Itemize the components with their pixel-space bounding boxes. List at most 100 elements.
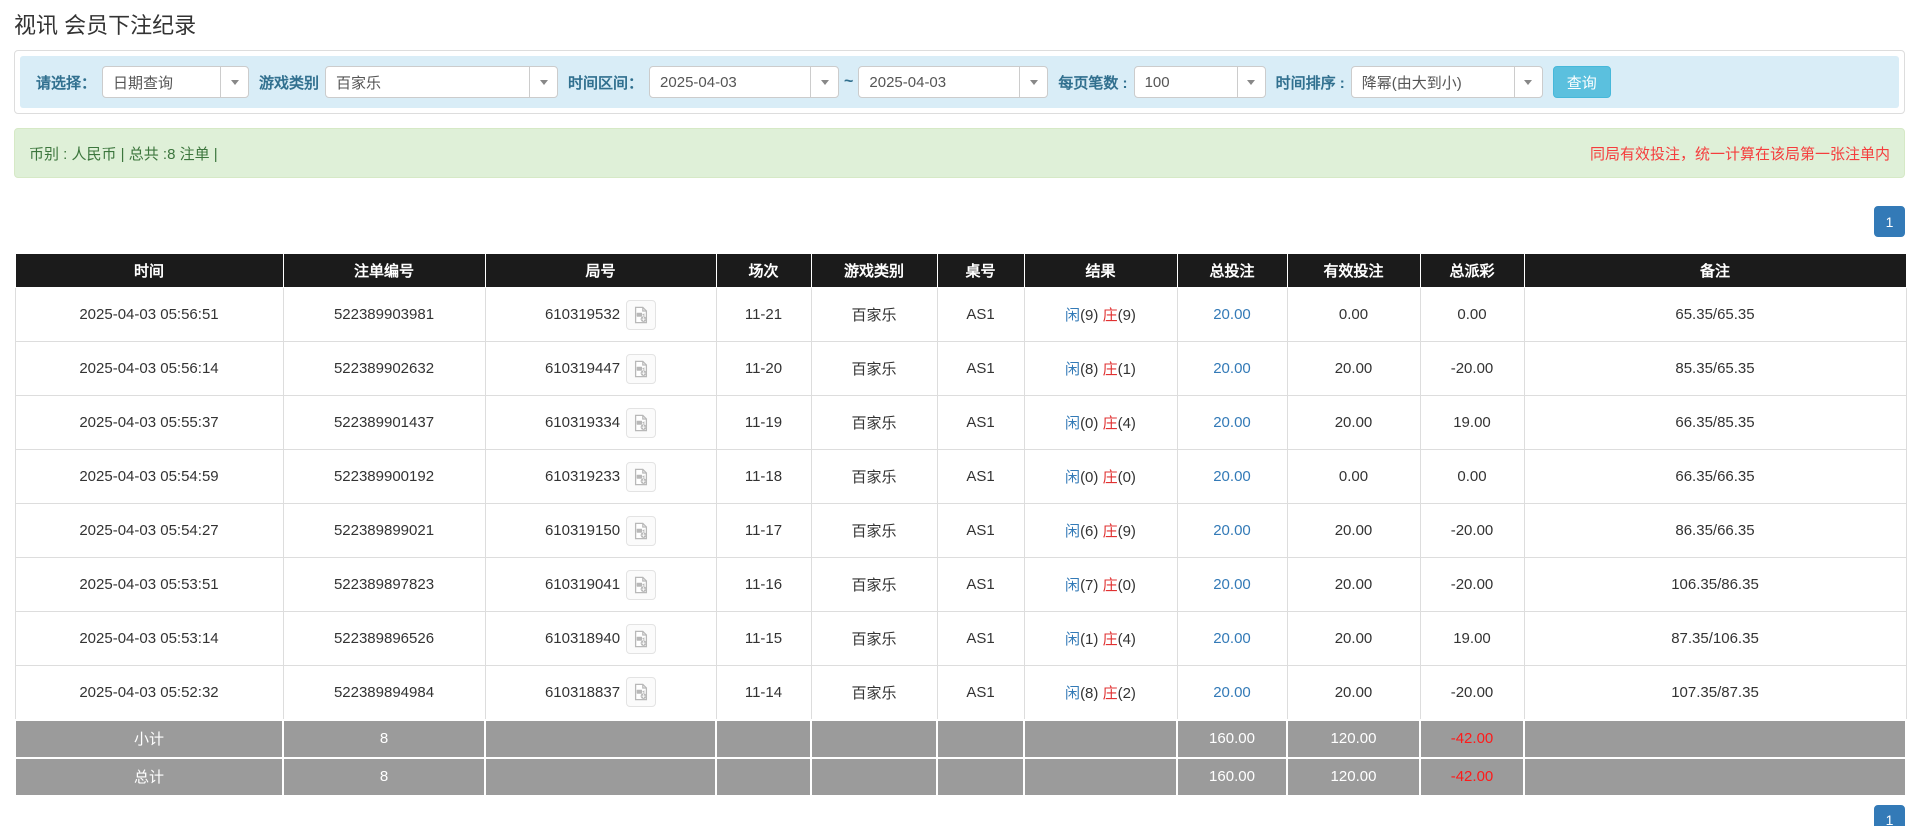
cell-table: AS1 <box>936 503 1025 558</box>
cell-payout: 0.00 <box>1419 449 1525 504</box>
round-number: 610319233 <box>544 468 621 485</box>
page-button[interactable]: 1 <box>1874 206 1905 237</box>
subtotal-row: 小计 8 160.00 120.00 -42.00 <box>14 718 1907 759</box>
video-replay-button[interactable] <box>626 515 657 546</box>
cell-session: 11-20 <box>715 341 812 396</box>
query-type-value: 日期查询 <box>113 74 174 92</box>
cell-result: 闲(0) 庄(4) <box>1023 395 1178 450</box>
cell-game: 百家乐 <box>810 287 938 342</box>
banker-result: 庄 <box>1102 523 1118 540</box>
cell-session: 11-21 <box>715 287 812 342</box>
cell-remark: 107.35/87.35 <box>1523 665 1907 720</box>
table-row: 2025-04-03 05:53:14 522389896526 610318940… <box>14 611 1907 666</box>
chevron-down-icon <box>220 67 248 97</box>
banker-result: 庄 <box>1102 307 1118 324</box>
search-button[interactable]: 查询 <box>1552 66 1611 98</box>
cell-bet-no: 522389896526 <box>282 611 486 666</box>
col-bet-no: 注单编号 <box>282 253 486 288</box>
subtotal-row-empty-result <box>1023 718 1178 759</box>
col-remark: 备注 <box>1523 253 1907 288</box>
total-row-empty-remark <box>1523 756 1907 797</box>
table-row: 2025-04-03 05:55:37 522389901437 610319334… <box>14 395 1907 450</box>
cell-session: 11-14 <box>715 665 812 720</box>
cell-bet-no: 522389899021 <box>282 503 486 558</box>
col-payout: 总派彩 <box>1419 253 1525 288</box>
table-header-row: 时间 注单编号 局号 场次 游戏类别 桌号 结果 总投注 有效投注 总派彩 备注 <box>14 253 1907 288</box>
page-size-select[interactable]: 100 <box>1133 66 1266 98</box>
date-from-select[interactable]: 2025-04-03 <box>649 66 840 98</box>
cell-payout: -20.00 <box>1419 557 1525 612</box>
total-bet-link[interactable]: 20.00 <box>1213 468 1251 485</box>
video-replay-button[interactable] <box>626 461 657 492</box>
chevron-down-icon <box>1019 67 1047 97</box>
cell-time: 2025-04-03 05:56:51 <box>14 287 284 342</box>
cell-time: 2025-04-03 05:53:14 <box>14 611 284 666</box>
video-replay-button[interactable] <box>626 407 657 438</box>
total-bet-link[interactable]: 20.00 <box>1213 630 1251 647</box>
total-bet-link[interactable]: 20.00 <box>1213 306 1251 323</box>
time-sort-value: 降幂(由大到小) <box>1361 74 1462 92</box>
query-type-select[interactable]: 日期查询 <box>102 66 250 98</box>
chevron-down-icon <box>810 67 838 97</box>
player-result: 闲 <box>1065 415 1081 432</box>
page-size-label: 每页笔数 : <box>1058 74 1128 92</box>
player-result: 闲 <box>1065 307 1081 324</box>
video-replay-button[interactable] <box>626 677 657 708</box>
banker-result: 庄 <box>1102 361 1118 378</box>
total-bet-link[interactable]: 20.00 <box>1213 684 1251 701</box>
total-row-total-bet: 160.00 <box>1176 756 1288 797</box>
cell-bet-no: 522389897823 <box>282 557 486 612</box>
video-file-icon <box>635 522 648 539</box>
query-type-label: 请选择： <box>36 74 97 92</box>
cell-round-no: 610319447 <box>484 341 717 396</box>
page-button[interactable]: 1 <box>1874 804 1905 826</box>
total-bet-link[interactable]: 20.00 <box>1213 414 1251 431</box>
summary-bar: 币别 : 人民币 | 总共 :8 注单 | 同局有效投注，统一计算在该局第一张注… <box>14 128 1905 178</box>
chevron-down-icon <box>1236 67 1265 97</box>
pagination-top: 1 <box>14 206 1905 237</box>
cell-time: 2025-04-03 05:52:32 <box>14 665 284 720</box>
cell-bet-no: 522389903981 <box>282 287 486 342</box>
game-type-select[interactable]: 百家乐 <box>325 66 559 98</box>
video-replay-button[interactable] <box>626 569 657 600</box>
cell-total-bet: 20.00 <box>1176 611 1288 666</box>
round-number: 610319334 <box>544 414 621 431</box>
total-row-label: 总计 <box>14 756 284 797</box>
cell-result: 闲(8) 庄(2) <box>1023 665 1178 720</box>
subtotal-row-empty-remark <box>1523 718 1907 759</box>
video-replay-button[interactable] <box>626 353 657 384</box>
chevron-down-icon <box>1513 67 1542 97</box>
total-bet-link[interactable]: 20.00 <box>1213 522 1251 539</box>
cell-payout: -20.00 <box>1419 665 1525 720</box>
subtotal-row-empty-session <box>715 718 812 759</box>
same-round-notice: 同局有效投注，统一计算在该局第一张注单内 <box>1589 145 1890 163</box>
page-size-value: 100 <box>1144 73 1170 91</box>
time-sort-select[interactable]: 降幂(由大到小) <box>1350 66 1543 98</box>
total-row-valid-bet: 120.00 <box>1286 756 1421 797</box>
total-row-empty-game <box>810 756 938 797</box>
cell-table: AS1 <box>936 611 1025 666</box>
video-replay-button[interactable] <box>626 299 657 330</box>
cell-valid-bet: 20.00 <box>1286 665 1421 720</box>
cell-game: 百家乐 <box>810 341 938 396</box>
cell-result: 闲(6) 庄(9) <box>1023 503 1178 558</box>
cell-session: 11-16 <box>715 557 812 612</box>
cell-valid-bet: 20.00 <box>1286 395 1421 450</box>
video-file-icon <box>635 360 648 377</box>
subtotal-row-empty-table <box>936 718 1025 759</box>
video-file-icon <box>635 683 648 701</box>
cell-valid-bet: 20.00 <box>1286 341 1421 396</box>
cell-round-no: 610318837 <box>484 665 717 720</box>
table-row: 2025-04-03 05:52:32 522389894984 610318837… <box>14 665 1907 720</box>
cell-payout: -20.00 <box>1419 503 1525 558</box>
total-bet-link[interactable]: 20.00 <box>1213 360 1251 377</box>
total-bet-link[interactable]: 20.00 <box>1213 576 1251 593</box>
date-from-value: 2025-04-03 <box>660 73 737 91</box>
video-replay-button[interactable] <box>626 623 657 654</box>
cell-valid-bet: 0.00 <box>1286 449 1421 504</box>
player-result: 闲 <box>1065 577 1081 594</box>
cell-remark: 66.35/66.35 <box>1523 449 1907 504</box>
date-to-select[interactable]: 2025-04-03 <box>858 66 1049 98</box>
time-sort-label: 时间排序 : <box>1275 74 1345 92</box>
banker-result: 庄 <box>1102 684 1118 702</box>
